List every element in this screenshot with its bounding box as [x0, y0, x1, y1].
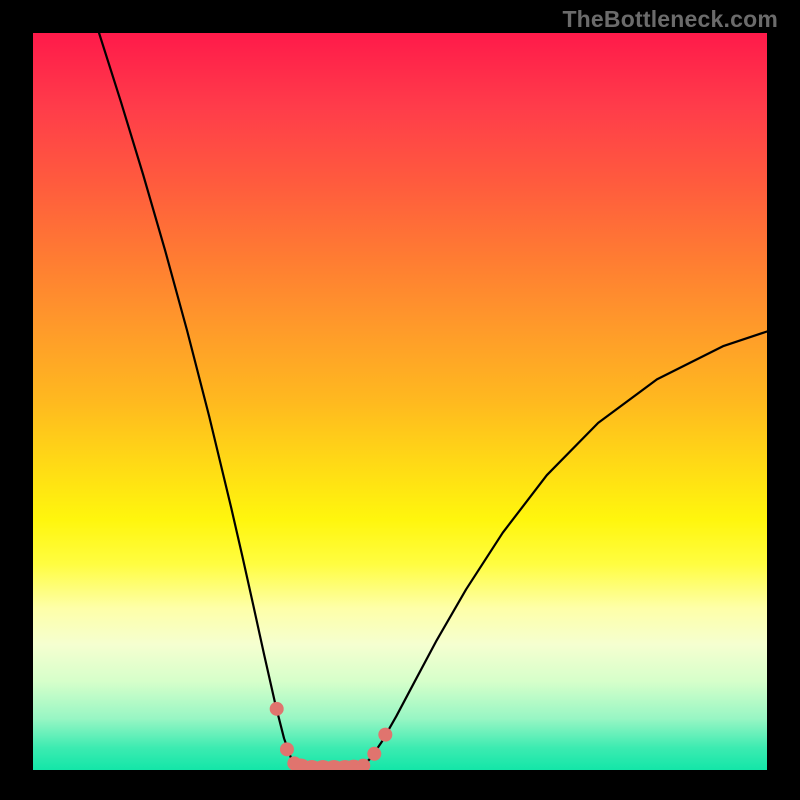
- marker-dots: [270, 702, 393, 770]
- plot-area: [33, 33, 767, 770]
- watermark-text: TheBottleneck.com: [562, 6, 778, 33]
- chart-svg: [33, 33, 767, 770]
- chart-frame: TheBottleneck.com: [0, 0, 800, 800]
- bottleneck-curve: [99, 33, 767, 770]
